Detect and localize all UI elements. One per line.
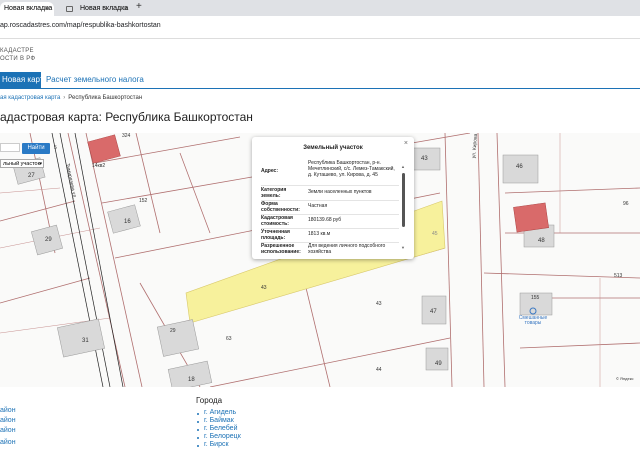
page-icon	[66, 6, 73, 12]
new-tab-icon[interactable]: +	[136, 1, 142, 12]
scroll-down-icon[interactable]: ▼	[401, 245, 405, 250]
find-button[interactable]: Найти	[22, 143, 50, 154]
popup-row-value: Для ведения личного подсобного хозяйства	[308, 243, 386, 255]
close-tab-icon[interactable]: ×	[45, 2, 50, 16]
logo-line: ОСТИ В РФ	[0, 56, 36, 62]
close-icon[interactable]: ×	[404, 140, 408, 147]
popup-row-label: Уточненная площадь:	[261, 229, 290, 241]
popup-row-label: Адрес:	[261, 168, 278, 174]
nav-land-tax[interactable]: Расчет земельного налога	[46, 75, 144, 84]
popup-row-value: 180139.68 руб	[308, 217, 342, 223]
cadastral-map[interactable]: 324 5 14кв2 27 Тимирязева ул. 152 16 29 …	[0, 133, 640, 387]
popup-row-label: Кадастровая стоимость:	[261, 215, 293, 227]
popup-row-area: Уточненная площадь: 1813 кв.м	[261, 229, 399, 243]
city-link[interactable]: г. Баймак	[204, 417, 234, 424]
popup-row-category: Категория земель: Земли населенных пункт…	[261, 187, 399, 201]
popup-row-label: Категория земель:	[261, 187, 287, 199]
popup-row-value: 1813 кв.м	[308, 231, 331, 237]
bullet	[197, 413, 199, 415]
object-type-select[interactable]: льный участок ▾	[0, 159, 44, 168]
chevron-down-icon: ▾	[39, 161, 42, 167]
breadcrumb: ая кадастровая карта › Республика Башкорто…	[0, 95, 142, 101]
tab-new[interactable]: Новая вкладка ×	[58, 2, 132, 16]
address-bar[interactable]: ap.roscadastres.com/map/respublika-bashk…	[0, 16, 640, 39]
select-value: льный участок	[3, 161, 41, 167]
region-link[interactable]: айон	[0, 407, 16, 414]
browser-tab-bar: Новая вкладка × Новая вкладка × +	[0, 0, 640, 16]
popup-row-divider	[261, 185, 399, 186]
bullet	[197, 445, 199, 447]
nav-new-map[interactable]: Новая карта	[0, 72, 41, 88]
popup-title: Земельный участок	[303, 145, 363, 151]
popup-row-address: Адрес: Республика Башкортостан, р-н. Меч…	[261, 160, 399, 186]
close-tab-icon[interactable]: ×	[123, 2, 128, 16]
popup-row-usage: Разрешенное использование: Для ведения л…	[261, 243, 399, 255]
cities-heading: Города	[196, 396, 223, 405]
breadcrumb-separator: ›	[63, 95, 66, 101]
search-input[interactable]	[0, 143, 20, 152]
bullet	[197, 437, 199, 439]
breadcrumb-link[interactable]: ая кадастровая карта	[0, 95, 60, 101]
popup-scrollbar[interactable]	[402, 173, 405, 227]
url-text[interactable]: ap.roscadastres.com/map/respublika-bashk…	[0, 22, 161, 29]
city-link[interactable]: г. Белебей	[204, 425, 237, 432]
popup-row-cost: Кадастровая стоимость: 180139.68 руб	[261, 215, 399, 229]
tab-active[interactable]: Новая вкладка ×	[0, 2, 54, 16]
region-link[interactable]: айон	[0, 439, 16, 446]
popup-row-value: Земли населенных пунктов	[308, 189, 372, 195]
city-link[interactable]: г. Агидель	[204, 409, 236, 416]
popup-row-value: Частная	[308, 203, 328, 209]
city-link[interactable]: г. Бирск	[204, 441, 229, 448]
region-links: айон айон айон айон Города г. Агидель г.…	[0, 387, 640, 450]
page-title: адастровая карта: Республика Башкортоста…	[0, 110, 253, 124]
popup-row-label: Форма собственности:	[261, 201, 300, 213]
bullet	[197, 429, 199, 431]
region-link[interactable]: айон	[0, 417, 16, 424]
bullet	[197, 421, 199, 423]
site-logo[interactable]: КАДАСТРЕ ОСТИ В РФ	[0, 47, 35, 63]
popup-row-ownership: Форма собственности: Частная	[261, 201, 399, 215]
nav-divider	[0, 88, 640, 89]
region-link[interactable]: айон	[0, 427, 16, 434]
popup-row-value: Республика Башкортостан, р-н. Мечетлинск…	[308, 160, 395, 178]
scroll-up-icon[interactable]: ▲	[401, 164, 405, 169]
parcel-info-popup: Земельный участок × Адрес: Республика Ба…	[252, 137, 414, 259]
city-link[interactable]: г. Белорецк	[204, 433, 241, 440]
logo-line: КАДАСТРЕ	[0, 48, 34, 54]
popup-row-label: Разрешенное использование:	[261, 243, 301, 255]
breadcrumb-current: Республика Башкортостан	[68, 95, 143, 101]
tab-label: Новая вкладка	[80, 5, 129, 12]
